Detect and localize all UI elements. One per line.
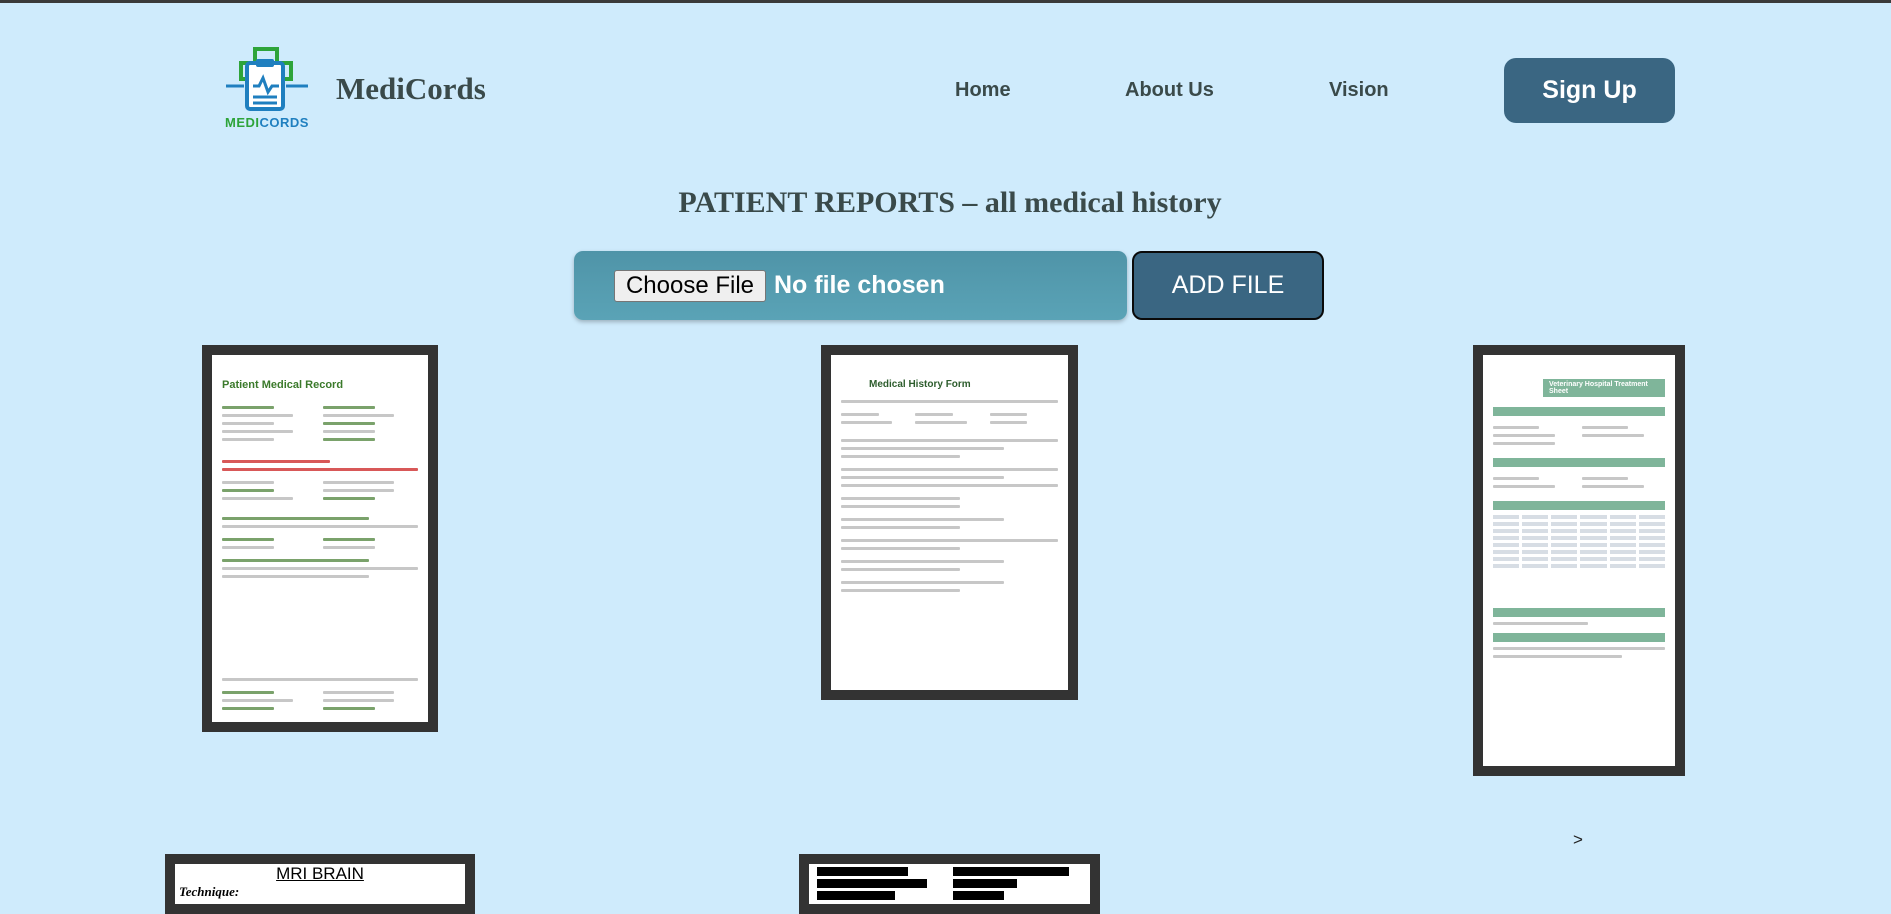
report-thumbnail: Medical History Form	[831, 355, 1068, 690]
report-title: MRI BRAIN	[276, 864, 364, 883]
logo-text-cords: CORDS	[259, 115, 309, 130]
report-thumbnail: Patient Medical Record	[212, 355, 428, 722]
nav-vision[interactable]: Vision	[1329, 79, 1389, 102]
brand-name[interactable]: MediCords	[336, 71, 486, 107]
report-card[interactable]: Patient Medical Record	[202, 345, 438, 732]
page-title: PATIENT REPORTS – all medical history	[678, 186, 1222, 219]
report-title: Medical History Form	[869, 379, 971, 390]
report-thumbnail	[809, 864, 1090, 904]
add-file-button[interactable]: ADD FILE	[1132, 251, 1324, 320]
choose-file-button[interactable]: Choose File	[614, 270, 766, 302]
report-subtitle: Technique:	[179, 884, 240, 899]
report-card[interactable]: MRI BRAIN Technique:	[165, 854, 475, 914]
next-arrow-icon[interactable]: >	[1573, 830, 1583, 850]
sign-up-button[interactable]: Sign Up	[1504, 58, 1675, 123]
report-thumbnail: Veterinary Hospital Treatment Sheet	[1483, 355, 1675, 766]
report-card[interactable]: Medical History Form	[821, 345, 1078, 700]
logo-wordmark: MEDICORDS	[222, 115, 312, 130]
file-status-text: No file chosen	[774, 271, 945, 299]
nav-about-us[interactable]: About Us	[1125, 79, 1214, 102]
report-card[interactable]: Veterinary Hospital Treatment Sheet	[1473, 345, 1685, 776]
report-thumbnail: MRI BRAIN Technique:	[175, 864, 465, 904]
nav-home[interactable]: Home	[955, 79, 1011, 102]
report-title: Patient Medical Record	[222, 379, 344, 391]
report-card[interactable]	[799, 854, 1100, 914]
logo-text-medi: MEDI	[225, 115, 260, 130]
report-section	[222, 401, 418, 446]
report-title: Veterinary Hospital Treatment Sheet	[1543, 379, 1665, 397]
